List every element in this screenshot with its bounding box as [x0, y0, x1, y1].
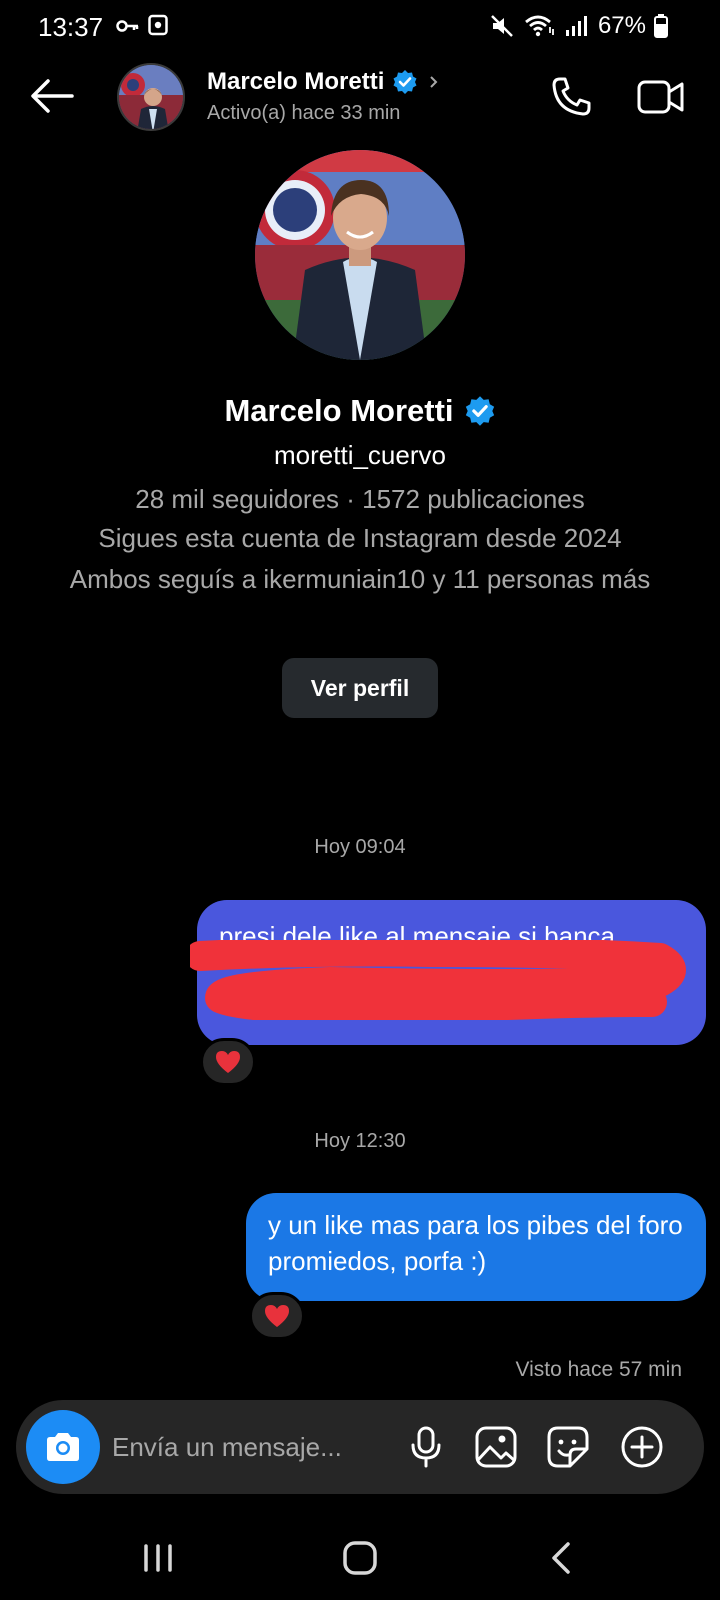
message-input[interactable]: [112, 1426, 382, 1468]
red-heart-icon: [216, 1051, 240, 1073]
battery-icon: [654, 14, 668, 38]
message-timestamp: Hoy 09:04: [314, 836, 406, 858]
message-timestamp: Hoy 12:30: [314, 1130, 406, 1152]
profile-picture[interactable]: [255, 150, 465, 360]
status-time: 13:37: [38, 12, 104, 42]
profile-following-since: Sigues esta cuenta de Instagram desde 20…: [98, 523, 622, 553]
header-name-row[interactable]: Marcelo Moretti: [207, 68, 442, 96]
profile-handle: moretti_cuervo: [274, 440, 446, 470]
back-arrow-icon[interactable]: [28, 76, 76, 116]
activity-status: Activo(a) hace 33 min: [207, 102, 401, 124]
verified-badge-icon: [393, 70, 417, 94]
video-call-icon[interactable]: [636, 76, 686, 118]
gallery-icon[interactable]: [472, 1423, 520, 1471]
redaction-scribble: [190, 940, 686, 1020]
view-profile-button[interactable]: Ver perfil: [282, 658, 438, 718]
chevron-right-icon: [430, 76, 438, 88]
profile-stats: 28 mil seguidores · 1572 publicaciones: [135, 484, 585, 514]
message-composer: [16, 1400, 704, 1494]
profile-name-row: Marcelo Moretti: [0, 393, 720, 429]
vpn-key-icon: [116, 20, 139, 32]
avatar-image: [119, 65, 183, 129]
status-bar: 13:37 67%: [0, 0, 720, 52]
wifi-icon: [525, 15, 554, 37]
red-heart-icon: [265, 1305, 289, 1327]
profile-name: Marcelo Moretti: [224, 393, 454, 428]
heart-reaction[interactable]: [200, 1038, 256, 1086]
camera-button[interactable]: [26, 1410, 100, 1484]
verified-badge-icon: [465, 396, 494, 426]
mute-icon: [491, 15, 513, 37]
signal-icon: [565, 16, 587, 36]
profile-mutual-followers: Ambos seguís a ikermuniain10 y 11 person…: [69, 564, 651, 594]
recent-apps-icon[interactable]: [134, 1534, 182, 1582]
sticker-icon[interactable]: [544, 1423, 592, 1471]
app-notification-icon: [148, 14, 168, 36]
camera-icon: [47, 1433, 79, 1461]
heart-reaction[interactable]: [249, 1292, 305, 1340]
message-text: y un like mas para los pibes del foro pr…: [268, 1210, 683, 1276]
status-right-group: 67%: [490, 12, 668, 40]
header-avatar[interactable]: [117, 63, 185, 131]
system-nav-bar: [0, 1520, 720, 1600]
nav-back-icon[interactable]: [538, 1534, 586, 1582]
header-name: Marcelo Moretti: [207, 68, 385, 95]
plus-circle-icon[interactable]: [618, 1423, 666, 1471]
profile-photo-image: [255, 150, 465, 360]
battery-percent: 67%: [597, 12, 646, 39]
microphone-icon[interactable]: [402, 1423, 450, 1471]
chat-header: Marcelo Moretti Activo(a) hace 33 min: [0, 58, 720, 138]
seen-status: Visto hace 57 min: [515, 1358, 682, 1381]
message-bubble[interactable]: y un like mas para los pibes del foro pr…: [246, 1193, 706, 1301]
phone-call-icon[interactable]: [548, 74, 594, 120]
home-icon[interactable]: [336, 1534, 384, 1582]
